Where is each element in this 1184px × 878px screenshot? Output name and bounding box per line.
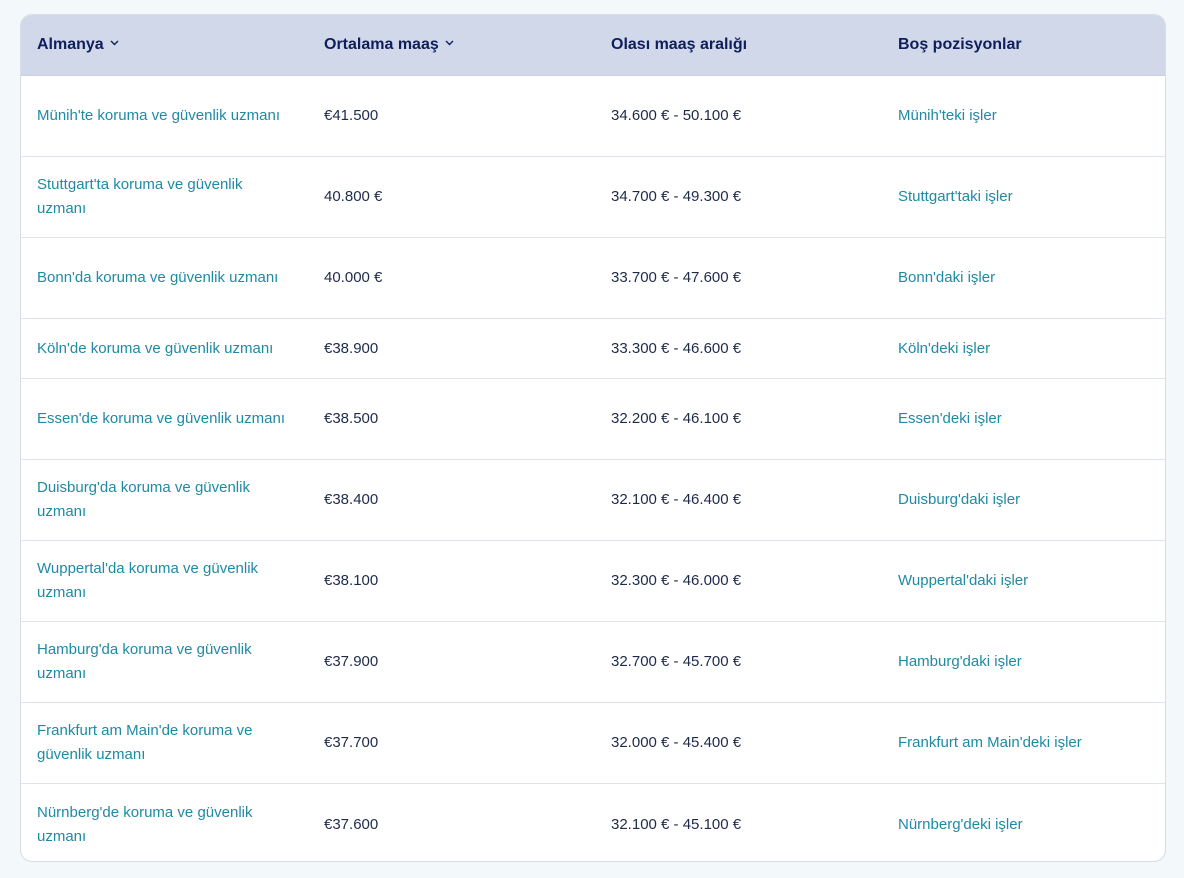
average-salary: €37.600 — [324, 815, 379, 833]
column-header-salary-range: Olası maaş aralığı — [595, 36, 882, 54]
open-positions-link[interactable]: Nürnberg'deki işler — [882, 813, 1165, 837]
job-title-link[interactable]: Frankfurt am Main'de koruma ve güvenlik … — [21, 719, 308, 767]
table-row: Nürnberg'de koruma ve güvenlik uzmanı €3… — [21, 784, 1165, 861]
job-title-link[interactable]: Köln'de koruma ve güvenlik uzmanı — [21, 337, 308, 361]
average-salary: €38.100 — [324, 572, 379, 589]
column-header-average-salary[interactable]: Ortalama maaş — [308, 36, 595, 54]
salary-range: 33.300 € - 46.600 € — [611, 339, 742, 357]
column-header-country[interactable]: Almanya — [21, 36, 308, 54]
job-title-link[interactable]: Münih'te koruma ve güvenlik uzmanı — [21, 104, 308, 128]
chevron-down-icon — [445, 40, 454, 48]
average-salary: €38.900 — [324, 339, 379, 357]
open-positions-link[interactable]: Münih'teki işler — [882, 104, 1165, 128]
open-positions-link[interactable]: Stuttgart'taki işler — [882, 185, 1165, 209]
table-row: Hamburg'da koruma ve güvenlik uzmanı €37… — [21, 622, 1165, 703]
open-positions-link[interactable]: Bonn'daki işler — [882, 266, 1165, 290]
column-header-open-positions: Boş pozisyonlar — [882, 36, 1165, 54]
column-header-country-label: Almanya — [37, 36, 104, 53]
average-salary: €38.400 — [324, 491, 379, 508]
column-header-open-positions-label: Boş pozisyonlar — [898, 36, 1022, 53]
average-salary: €38.500 — [324, 410, 379, 427]
average-salary: €37.900 — [324, 653, 379, 670]
open-positions-link[interactable]: Duisburg'daki işler — [882, 488, 1165, 512]
table-row: Duisburg'da koruma ve güvenlik uzmanı €3… — [21, 460, 1165, 541]
column-header-average-salary-label: Ortalama maaş — [324, 36, 439, 53]
salary-range: 33.700 € - 47.600 € — [611, 269, 742, 286]
job-title-link[interactable]: Wuppertal'da koruma ve güvenlik uzmanı — [21, 557, 308, 605]
salary-range: 32.000 € - 45.400 € — [611, 734, 742, 751]
salary-range: 32.700 € - 45.700 € — [611, 653, 742, 670]
table-row: Frankfurt am Main'de koruma ve güvenlik … — [21, 703, 1165, 784]
chevron-down-icon — [110, 40, 119, 48]
average-salary: 40.800 € — [324, 188, 383, 205]
column-header-salary-range-label: Olası maaş aralığı — [611, 36, 748, 53]
average-salary: €41.500 — [324, 107, 379, 124]
salary-table: Almanya Ortalama maaş Olası maaş aralığı… — [20, 14, 1166, 862]
table-row: Köln'de koruma ve güvenlik uzmanı €38.90… — [21, 319, 1165, 379]
table-row: Stuttgart'ta koruma ve güvenlik uzmanı 4… — [21, 157, 1165, 238]
job-title-link[interactable]: Bonn'da koruma ve güvenlik uzmanı — [21, 266, 308, 290]
salary-range: 32.300 € - 46.000 € — [611, 572, 742, 589]
open-positions-link[interactable]: Essen'deki işler — [882, 407, 1165, 431]
table-row: Bonn'da koruma ve güvenlik uzmanı 40.000… — [21, 238, 1165, 319]
job-title-link[interactable]: Stuttgart'ta koruma ve güvenlik uzmanı — [21, 173, 308, 221]
open-positions-link[interactable]: Wuppertal'daki işler — [882, 569, 1165, 593]
salary-range: 32.200 € - 46.100 € — [611, 410, 742, 427]
salary-range: 32.100 € - 46.400 € — [611, 491, 742, 508]
table-header: Almanya Ortalama maaş Olası maaş aralığı… — [21, 15, 1165, 76]
salary-range: 32.100 € - 45.100 € — [611, 815, 742, 833]
table-row: Münih'te koruma ve güvenlik uzmanı €41.5… — [21, 76, 1165, 157]
open-positions-link[interactable]: Frankfurt am Main'deki işler — [882, 731, 1165, 755]
salary-range: 34.700 € - 49.300 € — [611, 188, 742, 205]
job-title-link[interactable]: Duisburg'da koruma ve güvenlik uzmanı — [21, 476, 308, 524]
average-salary: €37.700 — [324, 734, 379, 751]
open-positions-link[interactable]: Köln'deki işler — [882, 337, 1165, 361]
table-body: Münih'te koruma ve güvenlik uzmanı €41.5… — [21, 76, 1165, 861]
average-salary: 40.000 € — [324, 269, 383, 286]
table-row: Essen'de koruma ve güvenlik uzmanı €38.5… — [21, 379, 1165, 460]
table-row: Wuppertal'da koruma ve güvenlik uzmanı €… — [21, 541, 1165, 622]
job-title-link[interactable]: Nürnberg'de koruma ve güvenlik uzmanı — [21, 801, 308, 849]
job-title-link[interactable]: Hamburg'da koruma ve güvenlik uzmanı — [21, 638, 308, 686]
job-title-link[interactable]: Essen'de koruma ve güvenlik uzmanı — [21, 407, 308, 431]
salary-range: 34.600 € - 50.100 € — [611, 107, 742, 124]
open-positions-link[interactable]: Hamburg'daki işler — [882, 650, 1165, 674]
